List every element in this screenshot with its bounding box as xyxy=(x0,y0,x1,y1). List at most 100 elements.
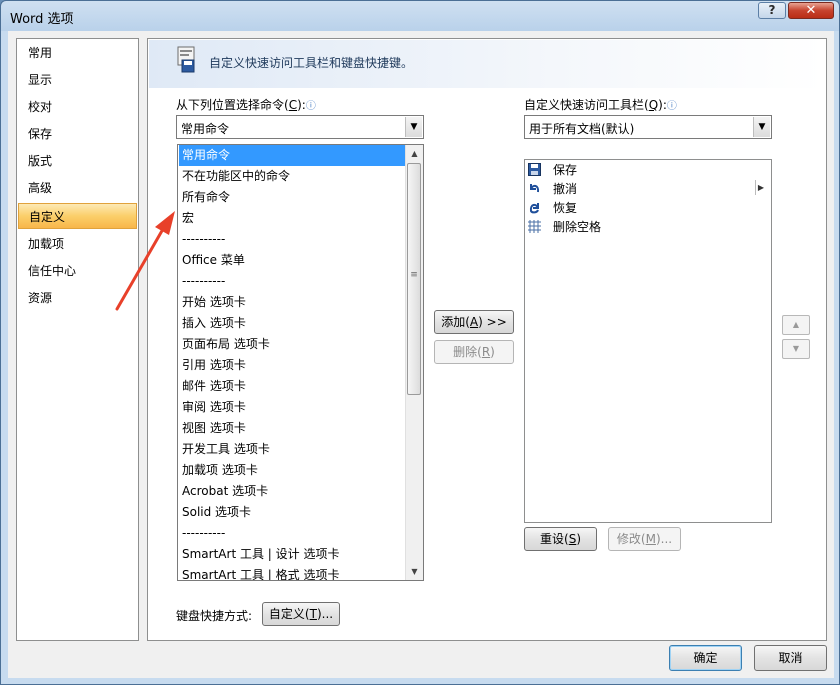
dropdown-item[interactable]: Office 菜单 xyxy=(179,250,408,271)
nav-item-layout[interactable]: 版式 xyxy=(28,151,52,171)
dropdown-item[interactable]: SmartArt 工具 | 格式 选项卡 xyxy=(179,565,408,580)
list-item-label: 恢复 xyxy=(553,201,578,215)
list-item[interactable]: 撤消 xyxy=(528,180,577,199)
title-bar: Word 选项 ? ✕ xyxy=(1,1,839,31)
dropdown-item[interactable]: 加载项 选项卡 xyxy=(179,460,408,481)
nav-item-proofing[interactable]: 校对 xyxy=(28,97,52,117)
dropdown-item[interactable]: 插入 选项卡 xyxy=(179,313,408,334)
choose-commands-label-end: ): xyxy=(297,98,306,112)
move-up-icon: ▲ xyxy=(792,320,800,329)
move-up-button[interactable]: ▲ xyxy=(782,315,810,335)
dropdown-scrollbar[interactable]: ▲ ≡ ▼ xyxy=(405,145,423,580)
remove-accesskey: R xyxy=(481,345,491,359)
dropdown-item[interactable]: 邮件 选项卡 xyxy=(179,376,408,397)
save-icon xyxy=(528,163,541,176)
choose-commands-accesskey: C xyxy=(288,98,298,112)
close-button[interactable]: ✕ xyxy=(788,2,834,19)
add-button[interactable]: 添加(A) >> xyxy=(434,310,514,334)
panel-header-text: 自定义快速访问工具栏和键盘快捷键。 xyxy=(209,56,414,70)
quick-access-accesskey: Q xyxy=(648,98,659,112)
dropdown-item[interactable]: 开发工具 选项卡 xyxy=(179,439,408,460)
quick-access-label-text: 自定义快速访问工具栏( xyxy=(524,98,649,112)
remove-button-label: 删除( xyxy=(453,345,482,359)
modify-button-label-end: )... xyxy=(655,532,673,546)
customize-accesskey: T xyxy=(309,607,317,621)
dropdown-item[interactable]: 常用命令 xyxy=(179,145,408,166)
dropdown-item[interactable]: Acrobat 选项卡 xyxy=(179,481,408,502)
list-item[interactable]: 保存 xyxy=(528,161,577,180)
add-button-label: 添加( xyxy=(441,315,470,329)
customize-shortcuts-button[interactable]: 自定义(T)... xyxy=(262,602,340,626)
add-accesskey: A xyxy=(469,315,479,329)
nav-item-addins[interactable]: 加载项 xyxy=(28,234,64,254)
nav-item-display[interactable]: 显示 xyxy=(28,70,52,90)
undo-icon xyxy=(530,184,540,193)
scroll-up-icon[interactable]: ▲ xyxy=(406,145,423,162)
list-item-label: 撤消 xyxy=(553,182,578,196)
info-icon: ⓘ xyxy=(305,101,316,112)
reset-button-label-end: ) xyxy=(576,532,581,546)
dialog-client: 常用 显示 校对 保存 版式 高级 自定义 加载项 信任中心 资源 自定义快速访… xyxy=(8,31,834,678)
move-down-button[interactable]: ▼ xyxy=(782,339,810,359)
dropdown-item[interactable]: SmartArt 工具 | 设计 选项卡 xyxy=(179,544,408,565)
list-item-label: 删除空格 xyxy=(553,220,602,234)
chevron-down-icon[interactable]: ▼ xyxy=(405,117,422,137)
quick-access-label: 自定义快速访问工具栏(Q):ⓘ xyxy=(524,96,677,113)
scrollbar-thumb[interactable]: ≡ xyxy=(407,163,421,395)
quick-access-label-end: ): xyxy=(658,98,667,112)
remove-button-label-end: ) xyxy=(490,345,495,359)
dropdown-separator[interactable]: ---------- xyxy=(179,271,408,292)
customize-button-label: 自定义( xyxy=(268,607,310,621)
choose-commands-dropdown[interactable]: 常用命令 不在功能区中的命令 所有命令 宏 ---------- Office … xyxy=(177,144,424,581)
keyboard-shortcuts-label: 键盘快捷方式: xyxy=(176,609,253,623)
toolbar-document-icon xyxy=(177,46,195,73)
reset-button[interactable]: 重设(S) xyxy=(524,527,597,551)
help-button[interactable]: ? xyxy=(758,2,786,19)
nav-item-advanced[interactable]: 高级 xyxy=(28,178,52,198)
cancel-button[interactable]: 取消 xyxy=(754,645,827,671)
modify-button[interactable]: 修改(M)... xyxy=(608,527,681,551)
panel-header: 自定义快速访问工具栏和键盘快捷键。 xyxy=(149,40,825,88)
customize-button-label-end: )... xyxy=(316,607,334,621)
choose-commands-label: 从下列位置选择命令(C):ⓘ xyxy=(176,96,316,113)
list-item-label: 保存 xyxy=(553,163,578,177)
dropdown-item[interactable]: Solid 选项卡 xyxy=(179,502,408,523)
reset-button-label: 重设( xyxy=(540,532,569,546)
word-options-window: Word 选项 ? ✕ 常用 显示 校对 保存 版式 高级 自定义 加载项 信任… xyxy=(0,0,840,685)
dropdown-item[interactable]: 页面布局 选项卡 xyxy=(179,334,408,355)
dropdown-separator[interactable]: ---------- xyxy=(179,523,408,544)
list-item[interactable]: 删除空格 xyxy=(528,218,601,237)
add-button-label-end: ) >> xyxy=(478,315,507,329)
quick-access-scope-combo[interactable]: 用于所有文档(默认) ▼ xyxy=(524,115,772,139)
chevron-down-icon[interactable]: ▼ xyxy=(753,117,770,137)
submenu-arrow-icon[interactable]: ▶ xyxy=(755,180,766,195)
nav-item-common[interactable]: 常用 xyxy=(28,43,52,63)
choose-commands-label-text: 从下列位置选择命令( xyxy=(176,98,289,112)
grid-icon xyxy=(528,220,541,233)
ok-button[interactable]: 确定 xyxy=(669,645,742,671)
remove-button[interactable]: 删除(R) xyxy=(434,340,514,364)
dropdown-separator[interactable]: ---------- xyxy=(179,229,408,250)
nav-item-save[interactable]: 保存 xyxy=(28,124,52,144)
choose-commands-value: 常用命令 xyxy=(181,122,230,136)
dropdown-item[interactable]: 审阅 选项卡 xyxy=(179,397,408,418)
dropdown-item[interactable]: 开始 选项卡 xyxy=(179,292,408,313)
annotation-arrow-icon xyxy=(115,211,175,311)
list-item[interactable]: 恢复 xyxy=(528,199,577,218)
scroll-down-icon[interactable]: ▼ xyxy=(406,563,423,580)
nav-item-trust-center[interactable]: 信任中心 xyxy=(28,261,76,281)
customize-panel: 自定义快速访问工具栏和键盘快捷键。 从下列位置选择命令(C):ⓘ 常用命令 ▼ … xyxy=(147,38,827,641)
quick-access-list[interactable]: 保存 撤消 ▶ 恢复 删除空格 xyxy=(524,159,772,523)
options-nav: 常用 显示 校对 保存 版式 高级 自定义 加载项 信任中心 资源 xyxy=(16,38,139,641)
choose-commands-combo[interactable]: 常用命令 ▼ xyxy=(176,115,424,139)
redo-icon xyxy=(529,203,539,214)
dropdown-item[interactable]: 引用 选项卡 xyxy=(179,355,408,376)
dropdown-item[interactable]: 宏 xyxy=(179,208,408,229)
window-title: Word 选项 xyxy=(10,12,74,27)
nav-item-resources[interactable]: 资源 xyxy=(28,288,52,308)
dropdown-item[interactable]: 不在功能区中的命令 xyxy=(179,166,408,187)
dropdown-item[interactable]: 视图 选项卡 xyxy=(179,418,408,439)
modify-accesskey: M xyxy=(645,532,656,546)
quick-access-scope-value: 用于所有文档(默认) xyxy=(529,122,635,136)
dropdown-item[interactable]: 所有命令 xyxy=(179,187,408,208)
